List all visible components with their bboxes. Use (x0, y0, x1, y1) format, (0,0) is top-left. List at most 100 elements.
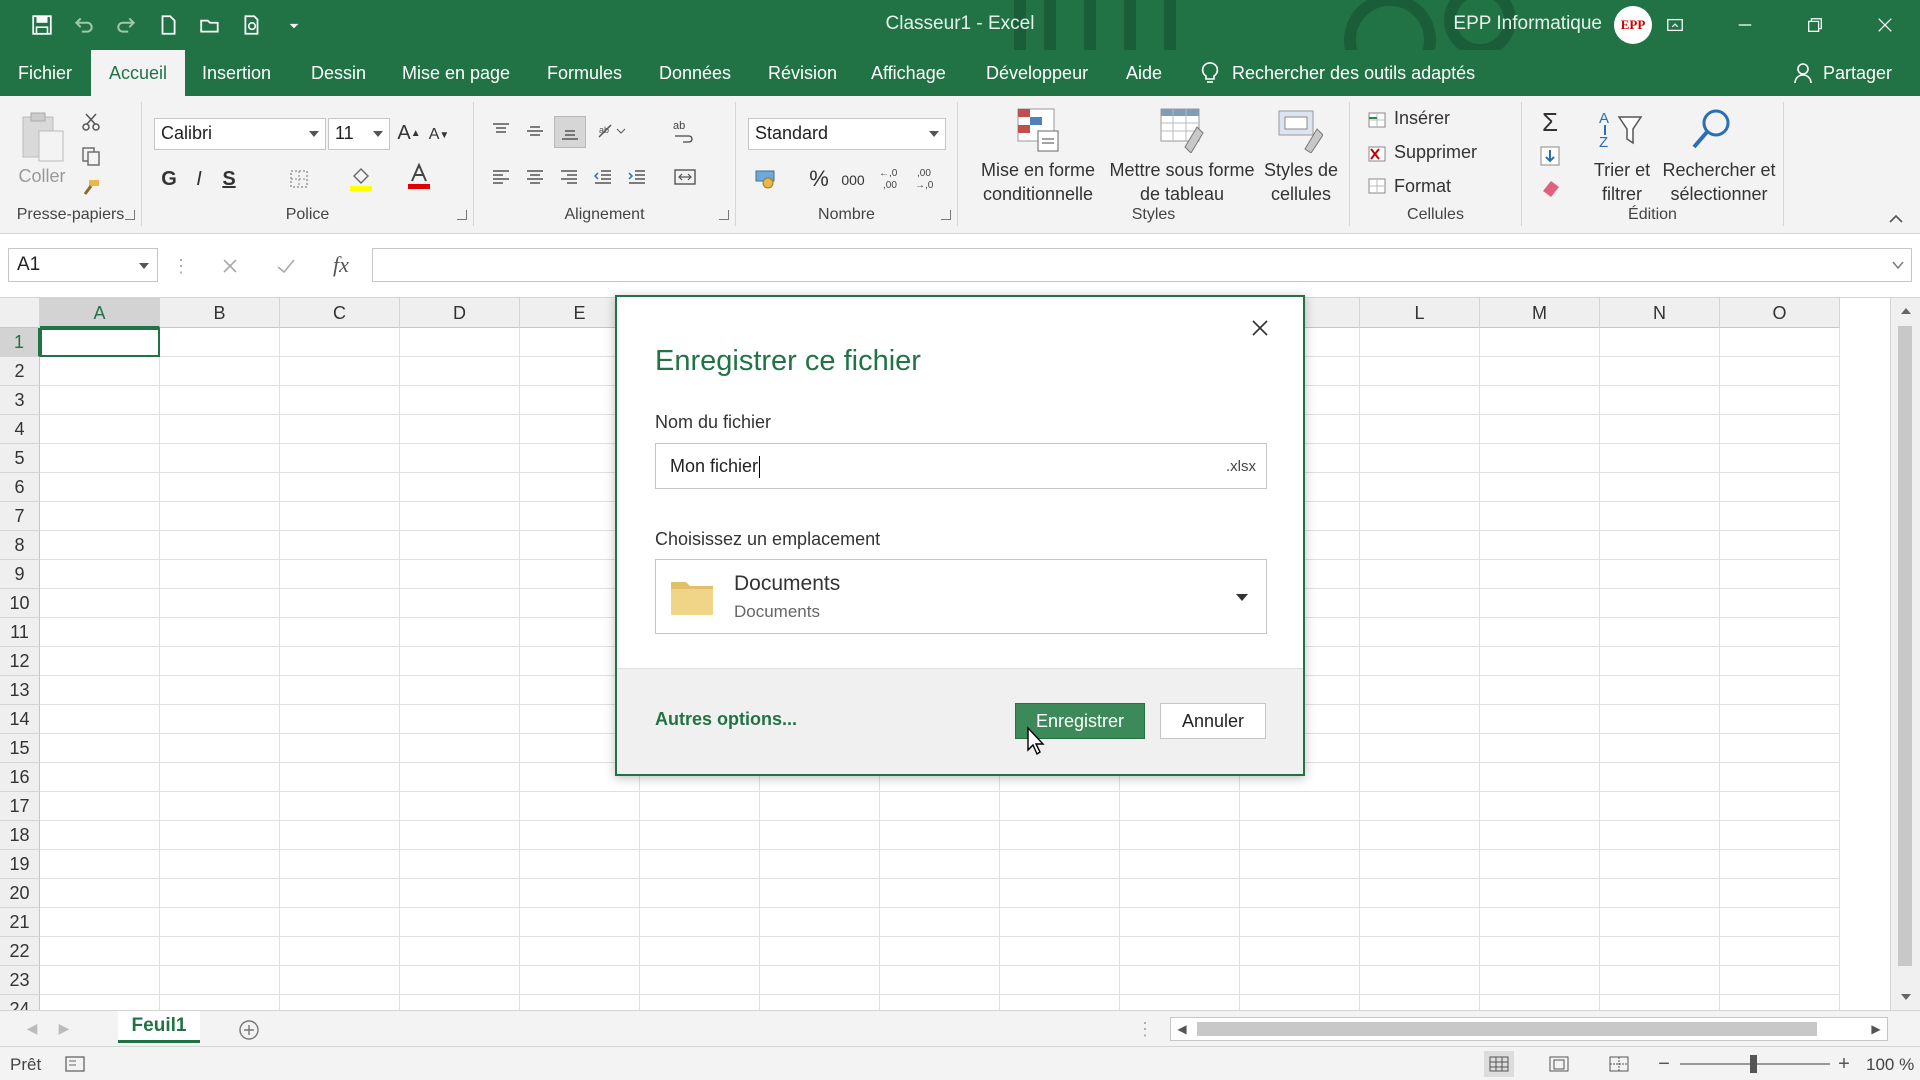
row-header[interactable]: 8 (0, 531, 40, 560)
row-header[interactable]: 4 (0, 415, 40, 444)
tab-dessin[interactable]: Dessin (293, 50, 384, 96)
cell-styles-icon[interactable] (1276, 106, 1324, 154)
column-header[interactable]: O (1720, 298, 1840, 328)
sort-filter-icon[interactable]: AZ (1594, 106, 1646, 154)
align-right-icon[interactable] (556, 164, 582, 190)
row-header[interactable]: 13 (0, 676, 40, 705)
active-cell[interactable] (40, 328, 160, 357)
bold-button[interactable]: G (156, 164, 182, 194)
format-cells-icon[interactable] (1366, 174, 1388, 198)
collapse-ribbon-icon[interactable] (1886, 210, 1906, 228)
conditional-formatting-label-1[interactable]: Mise en forme (972, 158, 1104, 182)
underline-button[interactable]: S (216, 164, 242, 194)
vertical-scroll-thumb[interactable] (1898, 326, 1912, 966)
insert-cells-label[interactable]: Insérer (1394, 106, 1450, 130)
italic-button[interactable]: I (186, 164, 212, 194)
row-header[interactable]: 11 (0, 618, 40, 647)
row-header[interactable]: 17 (0, 792, 40, 821)
shrink-font-icon[interactable]: A ▼ (426, 120, 452, 150)
zoom-in-icon[interactable]: + (1834, 1053, 1854, 1075)
tab-formules[interactable]: Formules (529, 50, 640, 96)
column-header[interactable]: L (1360, 298, 1480, 328)
row-header[interactable]: 5 (0, 444, 40, 473)
find-select-label-2[interactable]: sélectionner (1658, 182, 1780, 206)
row-header[interactable]: 22 (0, 937, 40, 966)
sheet-tab-feuil1[interactable]: Feuil1 (118, 1011, 200, 1043)
align-top-icon[interactable] (488, 118, 514, 144)
conditional-formatting-icon[interactable] (1014, 106, 1062, 154)
tab-aide[interactable]: Aide (1108, 50, 1180, 96)
filename-field[interactable]: Mon fichier .xlsx (655, 443, 1267, 489)
fill-icon[interactable] (1536, 142, 1564, 170)
insert-cells-icon[interactable] (1366, 108, 1388, 132)
font-dialog-launcher[interactable] (457, 210, 467, 220)
align-center-icon[interactable] (522, 164, 548, 190)
scroll-left-icon[interactable]: ◀ (1171, 1018, 1193, 1040)
format-cells-label[interactable]: Format (1394, 174, 1451, 198)
align-middle-icon[interactable] (522, 118, 548, 144)
tab-mise-en-page[interactable]: Mise en page (384, 50, 528, 96)
copy-icon[interactable] (78, 144, 104, 168)
more-options-link[interactable]: Autres options... (655, 709, 797, 730)
row-header[interactable]: 24 (0, 995, 40, 1010)
row-header[interactable]: 7 (0, 502, 40, 531)
formula-input[interactable] (372, 248, 1912, 282)
macro-record-icon[interactable] (64, 1055, 86, 1073)
tab-affichage[interactable]: Affichage (853, 50, 964, 96)
ribbon-display-options-icon[interactable] (1640, 0, 1710, 50)
scroll-right-icon[interactable]: ▶ (1865, 1018, 1887, 1040)
expand-formula-bar-icon[interactable] (1890, 258, 1906, 272)
fill-color-icon[interactable] (348, 164, 374, 194)
column-header[interactable]: C (280, 298, 400, 328)
zoom-out-icon[interactable]: − (1654, 1053, 1674, 1075)
scroll-down-icon[interactable] (1899, 992, 1913, 1002)
clear-icon[interactable] (1536, 174, 1564, 202)
align-bottom-icon[interactable] (554, 116, 586, 148)
autosum-icon[interactable]: Σ (1536, 107, 1564, 137)
restore-icon[interactable] (1780, 0, 1850, 50)
increase-decimal-icon[interactable]: ←,0,00 (876, 162, 906, 194)
grow-font-icon[interactable]: A ▲ (396, 118, 422, 148)
cancel-button[interactable]: Annuler (1160, 703, 1266, 739)
row-header[interactable]: 6 (0, 473, 40, 502)
orientation-icon[interactable]: ab (592, 118, 632, 144)
cell-styles-label-2[interactable]: cellules (1256, 182, 1346, 206)
merge-center-icon[interactable] (670, 164, 700, 190)
share-button[interactable]: Partager (1793, 50, 1892, 96)
row-header[interactable]: 10 (0, 589, 40, 618)
format-as-table-icon[interactable] (1158, 106, 1206, 154)
conditional-formatting-label-2[interactable]: conditionnelle (972, 182, 1104, 206)
delete-cells-label[interactable]: Supprimer (1394, 140, 1477, 164)
tell-me-search[interactable]: Rechercher des outils adaptés (1200, 50, 1475, 96)
number-dialog-launcher[interactable] (941, 210, 951, 220)
comma-style-button[interactable]: 000 (838, 168, 868, 192)
page-break-view-icon[interactable] (1604, 1051, 1634, 1077)
format-as-table-label-1[interactable]: Mettre sous forme (1106, 158, 1258, 182)
row-header[interactable]: 1 (0, 328, 40, 357)
tab-fichier[interactable]: Fichier (0, 50, 90, 96)
row-header[interactable]: 12 (0, 647, 40, 676)
format-as-table-label-2[interactable]: de tableau (1106, 182, 1258, 206)
font-size-select[interactable]: 11 (328, 118, 390, 150)
add-sheet-icon[interactable] (236, 1017, 262, 1043)
row-header[interactable]: 2 (0, 357, 40, 386)
row-header[interactable]: 19 (0, 850, 40, 879)
scroll-up-icon[interactable] (1899, 306, 1913, 316)
format-painter-icon[interactable] (78, 176, 104, 200)
horizontal-scroll-thumb[interactable] (1197, 1022, 1817, 1036)
font-name-select[interactable]: Calibri (154, 118, 326, 150)
normal-view-icon[interactable] (1484, 1051, 1514, 1077)
cell-styles-label-1[interactable]: Styles de (1256, 158, 1346, 182)
column-header[interactable]: B (160, 298, 280, 328)
column-header[interactable]: D (400, 298, 520, 328)
name-box[interactable]: A1 (8, 248, 158, 282)
vertical-scrollbar[interactable] (1890, 298, 1920, 1010)
find-select-label-1[interactable]: Rechercher et (1658, 158, 1780, 182)
select-all-corner[interactable] (0, 298, 40, 328)
column-header[interactable]: M (1480, 298, 1600, 328)
cancel-entry-icon[interactable] (216, 252, 244, 280)
clipboard-dialog-launcher[interactable] (125, 210, 135, 220)
wrap-text-icon[interactable]: ab (668, 116, 698, 146)
tab-developpeur[interactable]: Développeur (968, 50, 1106, 96)
paste-icon[interactable] (16, 108, 68, 166)
